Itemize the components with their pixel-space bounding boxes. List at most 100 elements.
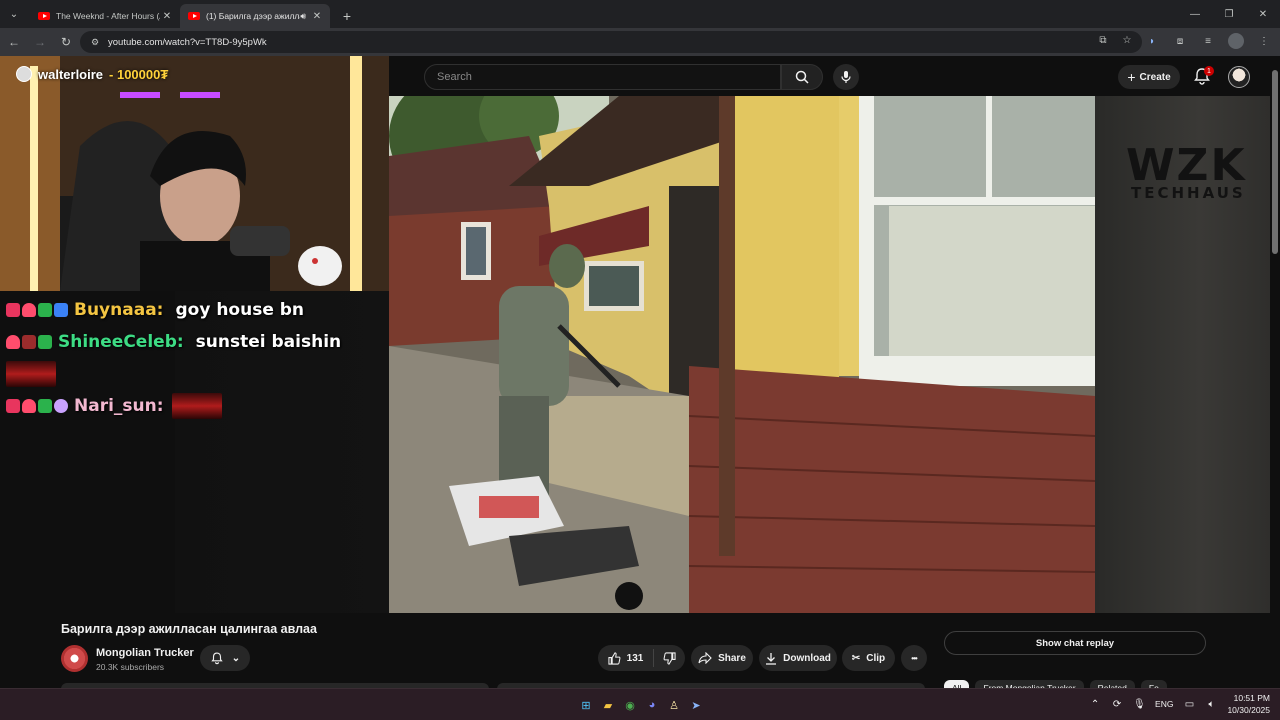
profile-icon[interactable] — [1226, 31, 1246, 51]
chat-username: Buynaaa: — [74, 300, 164, 320]
chevron-up-icon[interactable]: ⌃ — [1089, 699, 1101, 710]
create-button[interactable]: + Create — [1118, 65, 1180, 89]
browser-tab[interactable]: The Weeknd - After Hours (Aud ✕ — [30, 4, 180, 28]
taskbar-apps: ⊞ ▰ ◉ ◕ ♙ ➤ — [578, 697, 704, 713]
clock-date: 10/30/2025 — [1227, 705, 1270, 715]
microphone-icon — [841, 71, 851, 83]
new-tab-button[interactable]: + — [336, 5, 358, 27]
channel-avatar[interactable] — [61, 645, 88, 672]
create-label: Create — [1139, 71, 1171, 83]
share-icon — [698, 652, 712, 664]
video-frame-image — [389, 96, 1095, 613]
search-button[interactable] — [781, 64, 823, 90]
media-controls-icon[interactable]: ≡ — [1198, 31, 1218, 51]
microphone-icon[interactable]: 🎙︎ — [1133, 699, 1146, 710]
extensions-puzzle-icon[interactable]: ⧈ — [1170, 31, 1190, 51]
bell-icon — [211, 652, 223, 665]
extension-icon[interactable]: ◗ — [1142, 31, 1162, 51]
address-bar[interactable]: ⚙ youtube.com/watch?v=TT8D-9y5pWk ⧉ ☆ — [80, 31, 1142, 53]
volume-icon[interactable]: 🔈︎ — [1205, 699, 1217, 710]
extensions-area: ◗ ⧈ ≡ ⋮ — [1142, 31, 1274, 51]
more-icon: ••• — [911, 653, 917, 663]
brand-watermark-sub: TECHHAUS — [1131, 184, 1246, 202]
cat-badge-icon — [54, 399, 68, 413]
streamer-name: walterloire — [38, 66, 104, 82]
browser-tab-bar: ⌄ The Weeknd - After Hours (Aud ✕ (1) Ба… — [0, 0, 1280, 28]
first-badge-icon — [38, 335, 52, 349]
discord-icon[interactable]: ◕ — [644, 697, 660, 713]
video-player[interactable] — [389, 96, 1095, 613]
windows-taskbar: ⊞ ▰ ◉ ◕ ♙ ➤ ⌃ ⟳ 🎙︎ ENG ▭ 🔈︎ 10:51 PM 10/… — [0, 688, 1280, 720]
chevron-down-icon: ⌄ — [231, 652, 241, 664]
steam-icon[interactable]: ➤ — [688, 697, 704, 713]
restore-icon[interactable]: ❐ — [1212, 0, 1246, 28]
notification-settings-button[interactable]: ⌄ — [200, 645, 250, 671]
clock[interactable]: 10:51 PM 10/30/2025 — [1227, 692, 1270, 716]
url-text: youtube.com/watch?v=TT8D-9y5pWk — [108, 36, 267, 48]
chat-text: sunstei baishin — [195, 332, 342, 352]
tab-title: (1) Барилга дээр ажилласа — [206, 11, 300, 21]
download-button[interactable]: Download — [759, 645, 837, 671]
streamer-webcam-image — [0, 56, 389, 291]
channel-name[interactable]: Mongolian Trucker — [96, 647, 194, 659]
og-badge-icon — [22, 335, 36, 349]
chat-message: ShineeCeleb: sunstei baishin — [6, 326, 386, 358]
clip-button[interactable]: ✂ Clip — [842, 645, 895, 671]
scrollbar-thumb[interactable] — [1272, 70, 1278, 254]
subscriber-count: 20.3K subscribers — [96, 662, 165, 672]
window-controls: — ❐ ✕ — [1178, 0, 1280, 28]
share-button[interactable]: Share — [691, 645, 753, 671]
menu-kebab-icon[interactable]: ⋮ — [1254, 31, 1274, 51]
scissors-icon: ✂ — [851, 652, 861, 664]
chrome-icon[interactable]: ◉ — [622, 697, 638, 713]
search-icon — [795, 70, 809, 84]
heart-badge-icon — [6, 335, 20, 349]
reload-icon[interactable]: ↻ — [54, 30, 78, 54]
language-indicator[interactable]: ENG — [1155, 699, 1173, 709]
first-badge-icon — [38, 399, 52, 413]
plus-icon: + — [1127, 69, 1136, 85]
windows-start-icon[interactable]: ⊞ — [578, 697, 594, 713]
more-actions-button[interactable]: ••• — [901, 645, 927, 671]
system-tray: ⌃ ⟳ 🎙︎ ENG ▭ 🔈︎ 10:51 PM 10/30/2025 — [1089, 692, 1270, 716]
minimize-icon[interactable]: — — [1178, 0, 1212, 28]
rocket-badge-icon — [6, 303, 20, 317]
install-app-icon[interactable]: ⧉ — [1096, 35, 1110, 46]
browser-tab-active[interactable]: (1) Барилга дээр ажилласа 🔊︎ ✕ — [180, 4, 330, 28]
heart-badge-icon — [22, 303, 36, 317]
like-count: 131 — [626, 652, 644, 664]
chat-message — [6, 358, 386, 390]
streamer-coins: - 100000₮ — [109, 66, 169, 82]
search-input[interactable]: Search — [424, 64, 781, 90]
voice-search-button[interactable] — [833, 64, 859, 90]
youtube-favicon-icon — [38, 12, 50, 20]
speaker-icon[interactable]: 🔊︎ — [300, 11, 306, 22]
file-explorer-icon[interactable]: ▰ — [600, 697, 616, 713]
webcam-overlay — [0, 56, 389, 291]
app-icon[interactable]: ♙ — [666, 697, 682, 713]
share-label: Share — [718, 652, 746, 664]
chat-username: ShineeCeleb: — [58, 332, 184, 352]
network-icon[interactable]: ▭ — [1183, 699, 1195, 710]
browser-toolbar: ← → ↻ ⚙ youtube.com/watch?v=TT8D-9y5pWk … — [0, 28, 1280, 56]
chat-emote — [171, 393, 222, 419]
youtube-favicon-icon — [188, 12, 200, 20]
bookmark-star-icon[interactable]: ☆ — [1120, 35, 1134, 46]
like-button[interactable]: 131 — [598, 649, 654, 667]
dislike-button[interactable] — [654, 651, 685, 665]
chat-username: Nari_sun: — [74, 396, 164, 416]
chat-message: Buynaaa: goy house bn — [6, 294, 386, 326]
clock-time: 10:51 PM — [1233, 693, 1270, 703]
tab-search-button[interactable]: ⌄ — [4, 4, 24, 24]
site-info-icon[interactable]: ⚙ — [88, 35, 102, 49]
tab-title: The Weeknd - After Hours (Aud — [56, 11, 160, 21]
close-tab-icon[interactable]: ✕ — [310, 11, 324, 22]
close-tab-icon[interactable]: ✕ — [160, 11, 174, 22]
sync-icon[interactable]: ⟳ — [1111, 699, 1123, 710]
forward-icon[interactable]: → — [28, 30, 52, 54]
account-avatar[interactable] — [1228, 66, 1250, 88]
show-chat-replay-button[interactable]: Show chat replay — [944, 631, 1206, 655]
close-window-icon[interactable]: ✕ — [1246, 0, 1280, 28]
back-icon[interactable]: ← — [2, 30, 26, 54]
notification-count-badge: 1 — [1204, 66, 1214, 76]
